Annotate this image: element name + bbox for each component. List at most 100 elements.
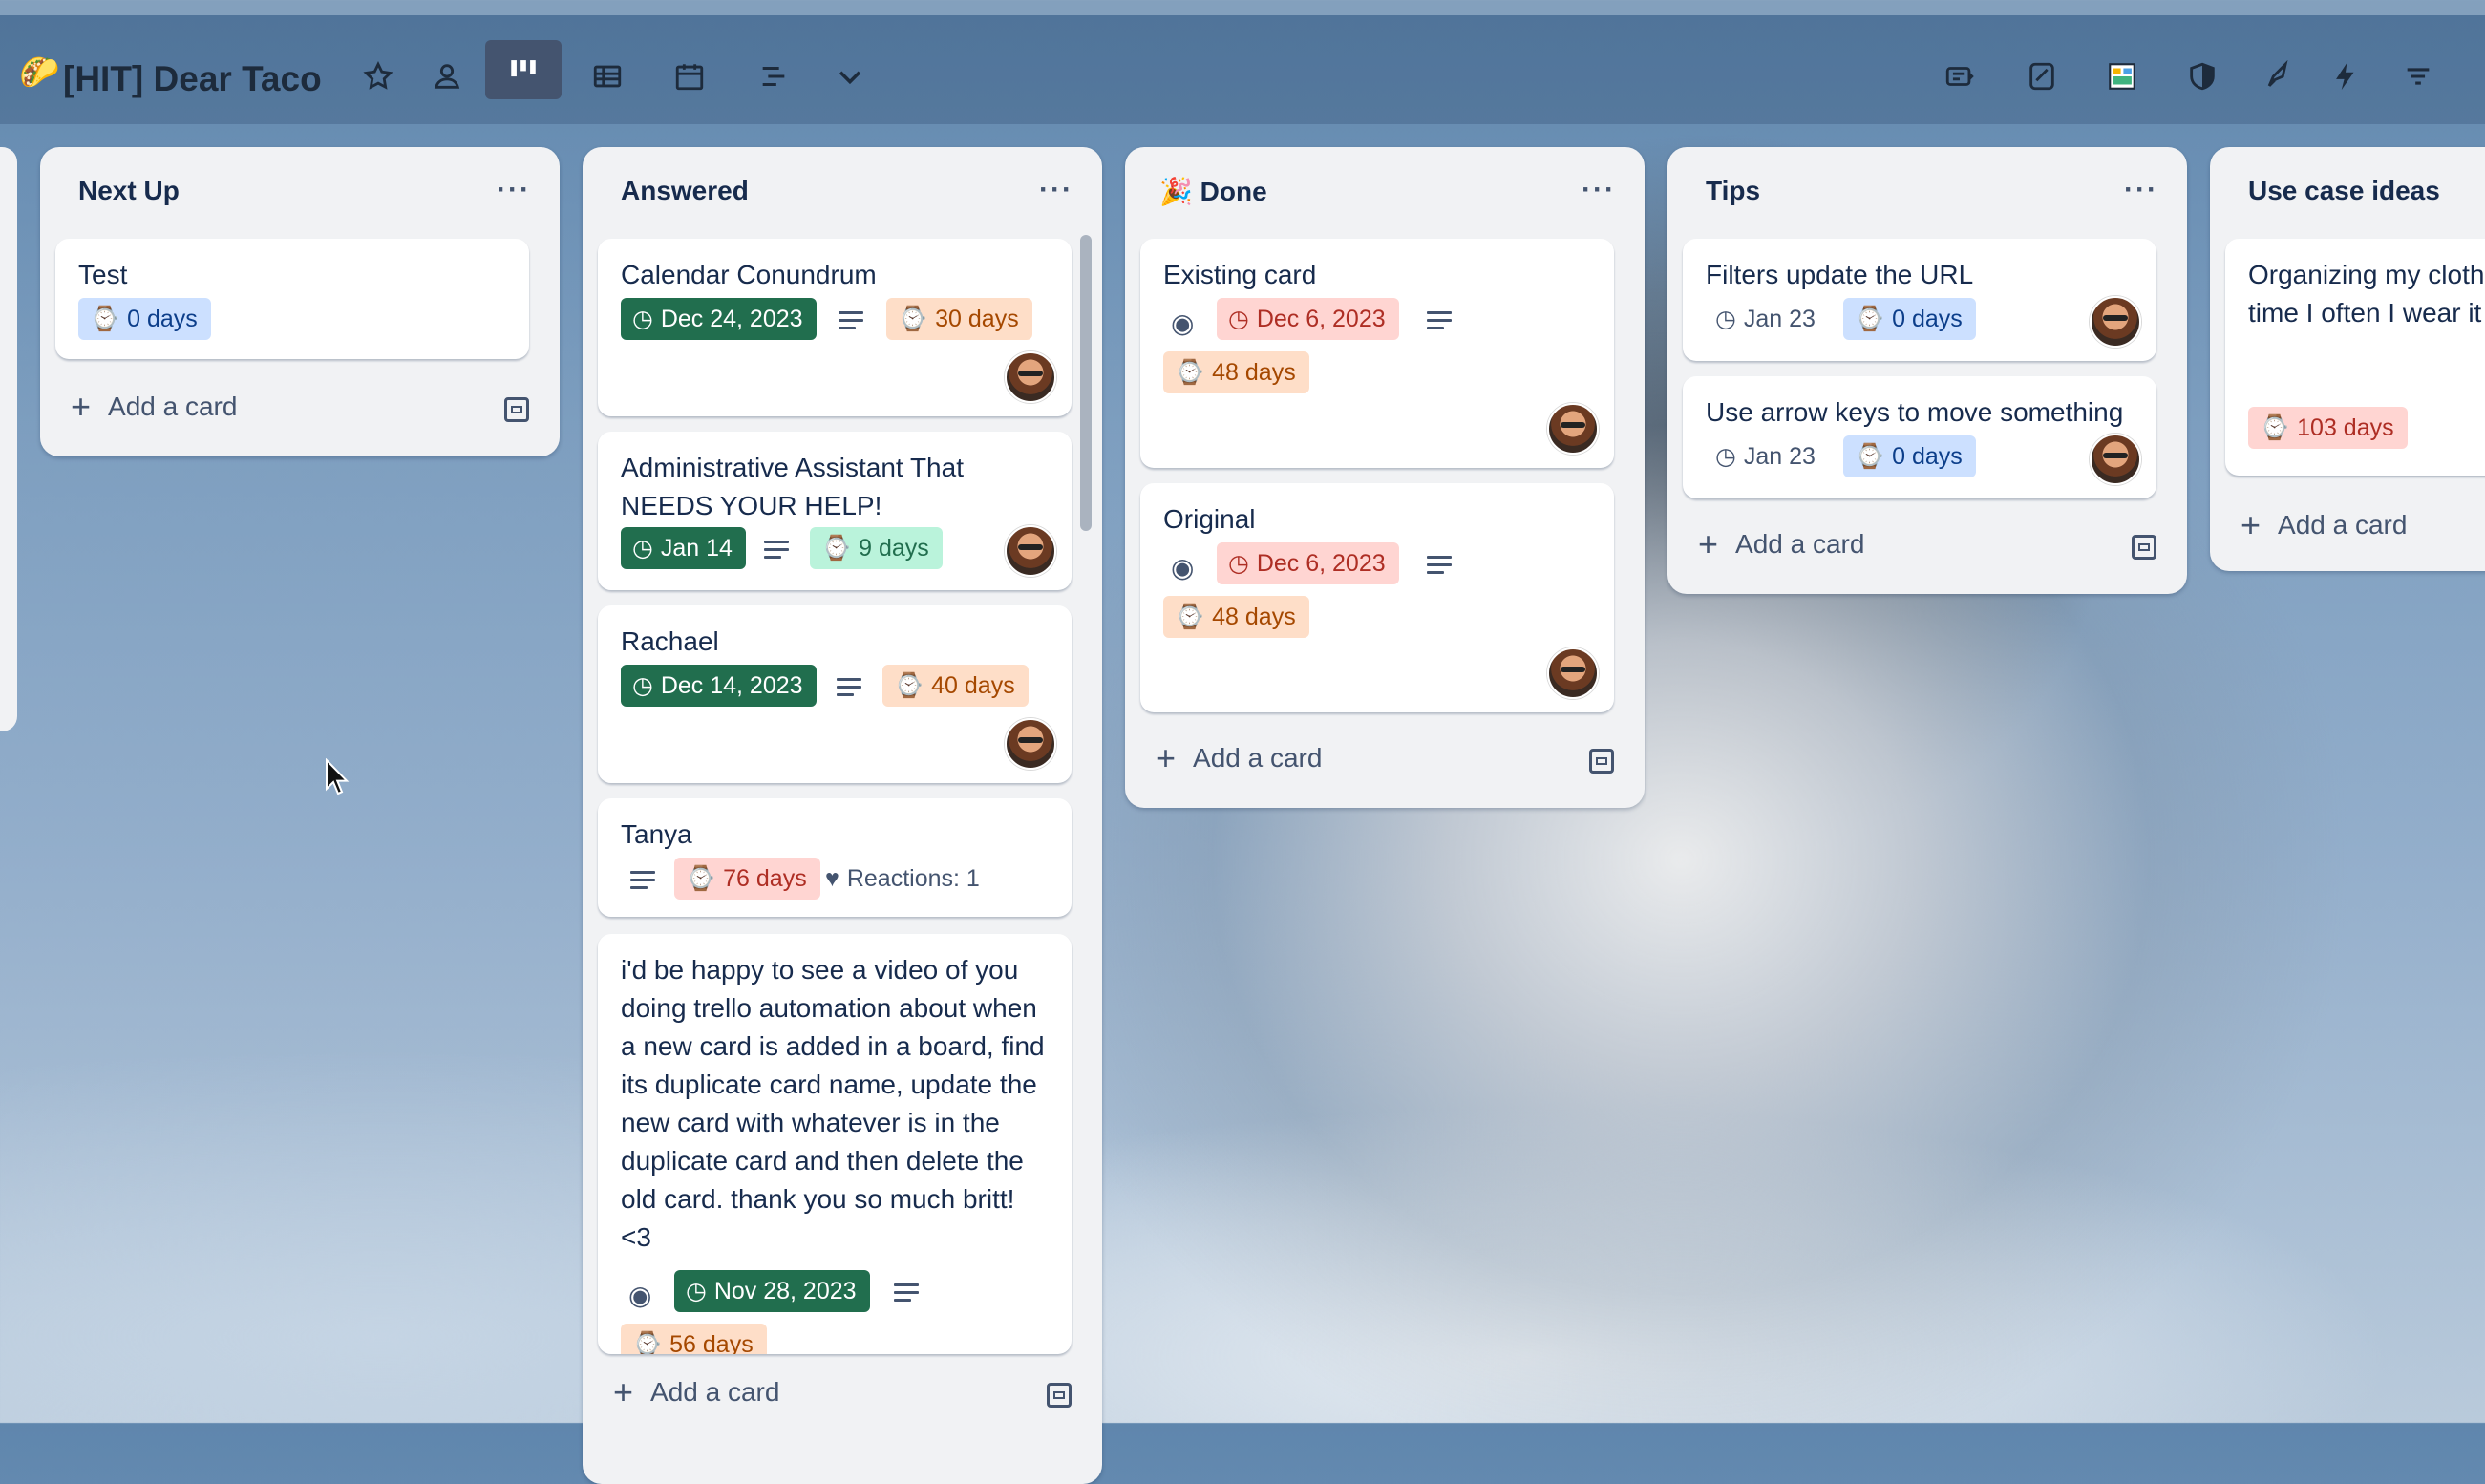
- chevron-down-icon[interactable]: [827, 53, 873, 99]
- card[interactable]: Existing card ◉ ◷ Dec 6, 2023 ⌚ 48 days: [1140, 239, 1614, 468]
- mouse-cursor-icon: [326, 758, 350, 795]
- add-card-button[interactable]: + Add a card: [71, 390, 237, 424]
- card-title: Filters update the URL: [1706, 260, 1974, 289]
- card[interactable]: Filters update the URL ◷ Jan 23 ⌚ 0 days: [1683, 239, 2156, 361]
- shield-icon[interactable]: [2179, 53, 2225, 99]
- clock-icon: ◷: [1715, 443, 1736, 470]
- list-use-case-ideas: Use case ideas Organizing my clothes - t…: [2210, 147, 2485, 571]
- list-header: Tips ···: [1667, 147, 2187, 237]
- days-badge: ⌚ 103 days: [2248, 407, 2408, 449]
- description-icon: [839, 311, 863, 332]
- card-title: Calendar Conundrum: [621, 260, 877, 289]
- watch-icon: ⌚: [1175, 604, 1205, 630]
- clock-icon: ◷: [632, 535, 653, 562]
- card-template-icon[interactable]: [2132, 535, 2156, 560]
- add-card-button[interactable]: + Add a card: [1698, 524, 1864, 563]
- members-icon[interactable]: [424, 53, 470, 99]
- card-title: Rachael: [621, 626, 719, 656]
- reactions-badge[interactable]: ♥ Reactions: 1: [825, 858, 993, 900]
- description-icon: [894, 1283, 919, 1304]
- list-answered: Answered ··· Calendar Conundrum ◷ Dec 24,…: [583, 147, 1102, 1484]
- due-date-badge: ◷ Jan 14: [621, 527, 746, 569]
- due-date-badge: ◷ Jan 23: [1715, 298, 1829, 340]
- clock-icon: ◷: [686, 1278, 707, 1304]
- due-date-badge: ◷ Dec 6, 2023: [1217, 542, 1399, 584]
- plus-icon: +: [613, 1372, 634, 1411]
- card[interactable]: Administrative Assistant That NEEDS YOUR…: [598, 432, 1072, 590]
- heart-icon: ♥: [825, 865, 839, 892]
- list-title[interactable]: Tips: [1706, 176, 1760, 206]
- card[interactable]: Calendar Conundrum ◷ Dec 24, 2023 ⌚ 30 day…: [598, 239, 1072, 416]
- watch-icon: ⌚: [894, 672, 924, 699]
- card[interactable]: Organizing my clothes - track the last t…: [2225, 239, 2485, 476]
- board-view-icon[interactable]: [485, 40, 562, 99]
- days-badge: ⌚ 48 days: [1163, 596, 1309, 638]
- plus-icon: +: [2241, 505, 2262, 544]
- card[interactable]: Test ⌚ 0 days: [55, 239, 529, 359]
- lightning-icon[interactable]: [2323, 53, 2368, 99]
- card-template-icon[interactable]: [1047, 1383, 1072, 1408]
- member-avatar[interactable]: [1005, 351, 1056, 403]
- star-icon[interactable]: [355, 53, 401, 99]
- card-template-icon[interactable]: [504, 397, 529, 422]
- due-date-badge: ◷ Nov 28, 2023: [674, 1270, 870, 1312]
- eye-icon: ◉: [1171, 553, 1195, 583]
- timeline-view-icon[interactable]: [751, 53, 796, 99]
- days-badge: ⌚ 9 days: [810, 527, 943, 569]
- card-icon[interactable]: [1937, 53, 1983, 99]
- watch-icon: ⌚: [1855, 306, 1885, 332]
- card[interactable]: Use arrow keys to move something ◷ Jan 23…: [1683, 376, 2156, 498]
- list-partial-left: [0, 147, 17, 731]
- list-menu-icon[interactable]: ···: [2124, 174, 2158, 206]
- card-title: Administrative Assistant That NEEDS YOUR…: [621, 453, 964, 520]
- list-title[interactable]: Next Up: [78, 176, 180, 206]
- taco-emoji-icon: 🌮: [19, 54, 60, 91]
- watch-icon: ⌚: [1175, 359, 1205, 386]
- clock-icon: ◷: [632, 672, 653, 699]
- due-date-badge: ◷ Dec 24, 2023: [621, 298, 817, 340]
- list-menu-icon[interactable]: ···: [497, 174, 531, 206]
- due-date-badge: ◷ Dec 14, 2023: [621, 665, 817, 707]
- due-date-badge: ◷ Dec 6, 2023: [1217, 298, 1399, 340]
- card-title: i'd be happy to see a video of you doing…: [621, 955, 1045, 1252]
- board-title[interactable]: [HIT] Dear Taco: [63, 59, 322, 99]
- add-card-button[interactable]: + Add a card: [1156, 741, 1322, 775]
- member-avatar[interactable]: [2090, 296, 2141, 348]
- days-badge: ⌚ 0 days: [78, 298, 211, 340]
- rocket-icon[interactable]: [2256, 53, 2302, 99]
- days-badge: ⌚ 0 days: [1843, 435, 1976, 477]
- planner-icon[interactable]: [2099, 53, 2145, 99]
- eraser-icon[interactable]: [2019, 53, 2065, 99]
- clock-icon: ◷: [1228, 550, 1249, 577]
- member-avatar[interactable]: [1547, 403, 1599, 455]
- member-avatar[interactable]: [1005, 525, 1056, 577]
- list-menu-icon[interactable]: ···: [1582, 174, 1616, 206]
- list-menu-icon[interactable]: ···: [1039, 174, 1073, 206]
- days-badge: ⌚ 30 days: [886, 298, 1032, 340]
- list-title[interactable]: Answered: [621, 176, 749, 206]
- list-scrollbar[interactable]: [1080, 235, 1092, 531]
- days-badge: ⌚ 48 days: [1163, 351, 1309, 393]
- card[interactable]: Tanya ⌚ 76 days ♥ Reactions: 1: [598, 798, 1072, 917]
- member-avatar[interactable]: [1005, 718, 1056, 770]
- filter-icon[interactable]: [2395, 53, 2441, 99]
- list-title[interactable]: 🎉 Done: [1159, 176, 1267, 207]
- add-card-button[interactable]: + Add a card: [2241, 505, 2407, 544]
- list-header: Next Up ···: [40, 147, 560, 237]
- card-template-icon[interactable]: [1589, 749, 1614, 774]
- member-avatar[interactable]: [1547, 647, 1599, 699]
- table-view-icon[interactable]: [584, 53, 630, 99]
- list-title[interactable]: Use case ideas: [2248, 176, 2440, 206]
- eye-icon: ◉: [628, 1281, 652, 1310]
- watch-icon: ⌚: [898, 306, 928, 332]
- add-card-button[interactable]: + Add a card: [613, 1372, 779, 1411]
- card[interactable]: i'd be happy to see a video of you doing…: [598, 934, 1072, 1354]
- list-done: 🎉 Done ··· Existing card ◉ ◷ Dec 6, 2023 …: [1125, 147, 1645, 808]
- member-avatar[interactable]: [2090, 434, 2141, 485]
- card[interactable]: Original ◉ ◷ Dec 6, 2023 ⌚ 48 days: [1140, 483, 1614, 712]
- clock-icon: ◷: [1715, 306, 1736, 332]
- card-title: Tanya: [621, 819, 692, 849]
- calendar-view-icon[interactable]: [667, 53, 712, 99]
- plus-icon: +: [1698, 524, 1719, 563]
- card[interactable]: Rachael ◷ Dec 14, 2023 ⌚ 40 days: [598, 605, 1072, 783]
